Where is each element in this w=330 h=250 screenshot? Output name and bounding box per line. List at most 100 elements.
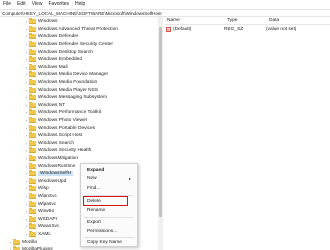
tree-item[interactable]: › Windows Media Player NSS (24, 86, 98, 94)
tree-scrollbar[interactable] (158, 17, 163, 250)
menu-help[interactable]: Help (75, 0, 85, 9)
menu-favorites[interactable]: Favorites (48, 0, 69, 9)
tree-item-label: Windows Search (38, 140, 74, 146)
tree-item[interactable]: › Windows Defender (24, 33, 79, 41)
tree-item-label: Wlpasvc (38, 201, 57, 207)
tree-item[interactable]: › WindowsMitigation (24, 155, 78, 163)
tree-item-label: Windows Embedded (38, 57, 82, 63)
folder-icon (29, 170, 36, 177)
context-permissions[interactable]: Permissions... (81, 228, 137, 236)
tree-item[interactable]: › XAML (24, 231, 51, 239)
folder-icon (29, 223, 36, 230)
folder-icon (29, 25, 36, 32)
tree-item[interactable]: › WlanSvc (24, 193, 57, 201)
folder-icon (29, 109, 36, 116)
folder-icon (29, 139, 36, 146)
header-name[interactable]: Name (164, 17, 227, 24)
context-copy-key-name[interactable]: Copy Key Name (81, 239, 137, 247)
tree-item-label: Windows (38, 19, 58, 25)
context-new[interactable]: New ▸ (81, 175, 137, 183)
header-type[interactable]: Type (227, 17, 269, 24)
folder-icon (29, 162, 36, 169)
tree-item[interactable]: › Windows Photo Viewer (24, 117, 87, 125)
tree-item-label: Windows Portable Devices (38, 125, 96, 131)
tree-item-label: WindowsRuntime (38, 163, 76, 169)
folder-icon (29, 63, 36, 70)
tree-item[interactable]: › Windows NT (24, 101, 66, 110)
menu-file[interactable]: File (3, 0, 11, 9)
tree-item-label: WindowsUpd (38, 178, 67, 184)
tree-item-label: Windows Photo Viewer (38, 118, 88, 124)
header-data[interactable]: Data (269, 17, 279, 24)
folder-icon (29, 185, 36, 192)
address-bar[interactable]: Computer\HKEY_LOCAL_MACHINE\SOFTWARE\Mic… (0, 9, 330, 17)
menu-view[interactable]: View (32, 0, 43, 9)
folder-icon (29, 124, 36, 131)
tree-item-label: Windows Script Host (38, 133, 83, 139)
scrollbar-thumb[interactable] (159, 27, 162, 217)
tree-item[interactable]: › Windows Messaging Subsystem (24, 94, 107, 102)
tree-item[interactable]: › Mozilla (8, 238, 37, 246)
folder-icon (29, 231, 36, 238)
values-header: Name Type Data (164, 17, 330, 25)
value-name: (Default) (173, 27, 192, 32)
tree-item[interactable]: › Windows Mail (24, 63, 68, 72)
tree-item[interactable]: › WSDAPI (24, 215, 57, 224)
tree-item-label: WwanSvc (38, 224, 60, 230)
context-new-label: New (87, 176, 97, 181)
folder-icon (29, 155, 36, 162)
tree-item[interactable]: › WindowsSelfH (24, 170, 74, 178)
tree-item[interactable]: › Windows Advanced Threat Protection (24, 25, 118, 34)
tree-item-label: Windows Advanced Threat Protection (38, 26, 118, 32)
context-export[interactable]: Export (81, 219, 137, 227)
tree-item-label: WSDAPI (38, 216, 57, 222)
tree-item-label: Wisp (38, 186, 49, 192)
folder-icon (29, 101, 36, 108)
tree-item[interactable]: › Windows Embedded (24, 56, 82, 64)
tree-item-label: Windows Media Device Manager (38, 72, 109, 78)
folder-icon (29, 79, 36, 86)
folder-icon (29, 208, 36, 215)
folder-icon (13, 238, 20, 245)
tree-item[interactable]: › Windows Performance Toolkit (24, 109, 101, 117)
folder-icon (29, 193, 36, 200)
tree-item[interactable]: › Wlpasvc (24, 200, 56, 208)
tree-item[interactable]: › WwanSvc (24, 223, 59, 231)
tree-item[interactable]: › Windows Search (24, 139, 74, 148)
folder-icon (29, 18, 36, 25)
tree-item[interactable]: › Wisp (24, 185, 49, 193)
tree-item-label: Wow64 (38, 209, 54, 215)
menu-edit[interactable]: Edit (17, 0, 26, 9)
tree-item[interactable]: › Windows (24, 18, 57, 26)
tree-item[interactable]: › Windows Script Host (24, 132, 82, 140)
tree-item-label: Windows Desktop Search (38, 49, 93, 55)
tree-item[interactable]: › Windows Defender Security Center (24, 41, 113, 49)
tree-item-label: Mozilla (22, 239, 37, 245)
folder-icon (29, 71, 36, 78)
tree-item-label: Windows Messaging Subsystem (38, 95, 108, 101)
tree-item-label: Windows Mail (38, 64, 68, 70)
tree-item[interactable]: › Windows Media Device Manager (24, 71, 108, 79)
tree-item[interactable]: › WindowsUpd (24, 177, 67, 186)
context-expand[interactable]: Expand (81, 167, 137, 175)
tree-item[interactable]: › WindowsRuntime (24, 162, 75, 170)
tree-item[interactable]: › Wow64 (24, 208, 54, 216)
folder-icon (29, 132, 36, 139)
tree-item[interactable]: › Windows Media Foundation (24, 79, 97, 87)
folder-icon (29, 56, 36, 63)
context-find[interactable]: Find... (81, 185, 137, 193)
tree-item-label: Windows NT (38, 102, 66, 108)
tree-item[interactable]: › MozillaPlugins (8, 246, 53, 250)
chevron-right-icon: ▸ (128, 176, 131, 181)
value-data: (value not set) (266, 27, 297, 32)
folder-icon (29, 177, 36, 184)
value-type: REG_SZ (224, 27, 244, 32)
value-row[interactable]: ab (Default) REG_SZ (value not set) (164, 26, 330, 33)
tree-item[interactable]: › Windows Security Health (24, 147, 91, 155)
tree-item[interactable]: › Windows Portable Devices (24, 124, 95, 132)
tree-item[interactable]: › Windows Desktop Search (24, 48, 93, 56)
tree-item-label: WindowsMitigation (38, 156, 78, 162)
context-rename[interactable]: Rename (81, 207, 137, 215)
tree-item-label: XAML (38, 232, 52, 238)
tree-item-label: Windows Defender Security Center (38, 42, 113, 48)
